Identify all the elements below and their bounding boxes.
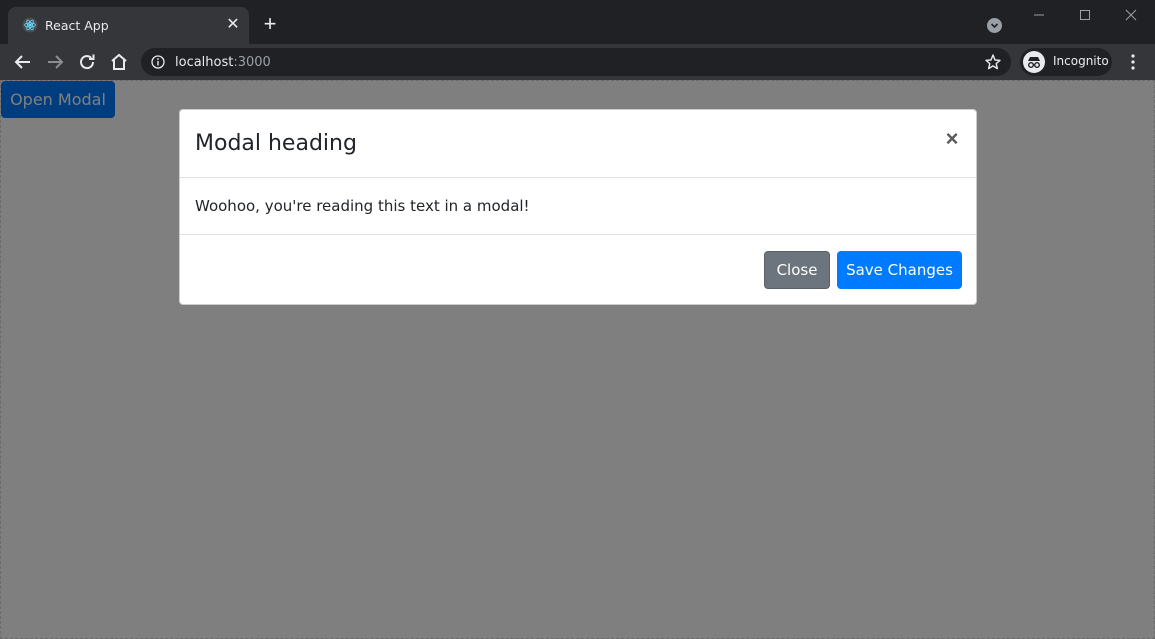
incognito-profile-button[interactable]: Incognito	[1020, 48, 1112, 76]
home-icon[interactable]	[106, 49, 132, 75]
window-close-icon[interactable]	[1108, 0, 1154, 30]
modal-header: Modal heading ×	[180, 110, 976, 178]
close-button[interactable]: Close	[764, 251, 830, 289]
modal-title: Modal heading	[195, 131, 357, 156]
window-minimize-icon[interactable]	[1016, 0, 1062, 30]
reload-icon[interactable]	[74, 49, 100, 75]
incognito-label: Incognito	[1053, 54, 1109, 68]
address-bar[interactable]: localhost:3000	[141, 48, 1011, 76]
window-maximize-icon[interactable]	[1062, 0, 1108, 30]
url-port: :3000	[233, 55, 271, 70]
new-tab-icon[interactable]: +	[260, 13, 280, 35]
modal-footer: Close Save Changes	[180, 235, 976, 304]
tab-strip: React App ✕ +	[0, 0, 1155, 44]
save-changes-button[interactable]: Save Changes	[837, 251, 962, 289]
browser-toolbar: localhost:3000 Incognito	[0, 44, 1155, 80]
incognito-icon	[1023, 51, 1045, 73]
modal-body: Woohoo, you're reading this text in a mo…	[180, 178, 976, 235]
tab-search-icon[interactable]	[987, 18, 1002, 33]
tab-title: React App	[45, 18, 109, 33]
page-viewport: Open Modal Modal heading × Woohoo, you'r…	[0, 80, 1155, 639]
modal-body-text: Woohoo, you're reading this text in a mo…	[195, 197, 530, 215]
browser-menu-icon[interactable]	[1124, 52, 1142, 72]
tab-close-icon[interactable]: ✕	[224, 16, 242, 34]
url-text: localhost:3000	[175, 55, 271, 70]
modal-close-icon[interactable]: ×	[942, 127, 962, 151]
modal-dialog: Modal heading × Woohoo, you're reading t…	[179, 109, 977, 305]
site-info-icon[interactable]	[151, 55, 165, 69]
forward-arrow-icon[interactable]	[42, 49, 68, 75]
react-logo-icon	[22, 17, 38, 33]
url-host: localhost	[175, 55, 234, 70]
bookmark-star-icon[interactable]	[984, 53, 1002, 71]
back-arrow-icon[interactable]	[10, 49, 36, 75]
browser-tab[interactable]: React App ✕	[8, 7, 249, 44]
